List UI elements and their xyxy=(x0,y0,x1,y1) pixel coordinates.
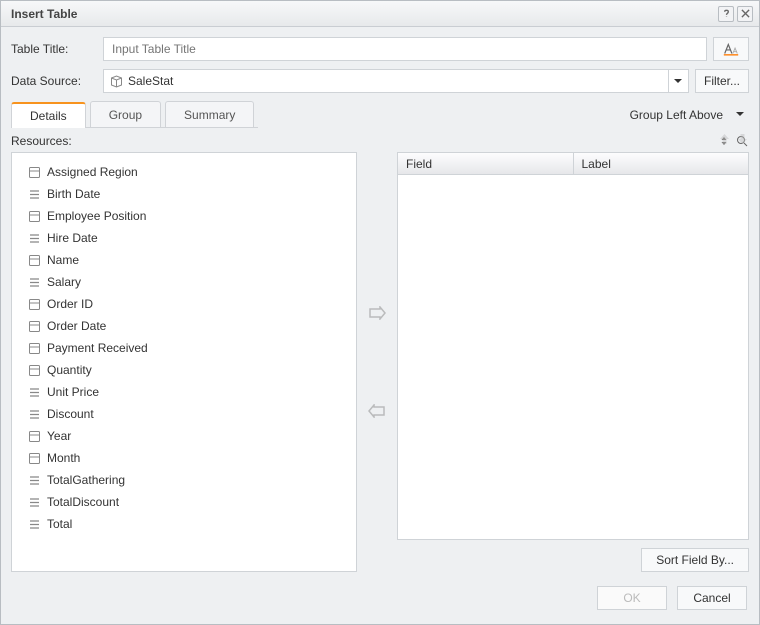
resource-item[interactable]: Hire Date xyxy=(20,227,348,249)
close-button[interactable] xyxy=(737,6,753,22)
insert-table-dialog: Insert Table Table Title: Data Source: S… xyxy=(0,0,760,625)
resource-item[interactable]: Salary xyxy=(20,271,348,293)
table-title-input[interactable] xyxy=(103,37,707,61)
data-source-dropdown[interactable]: SaleStat xyxy=(103,69,689,93)
resource-label: Quantity xyxy=(47,363,92,377)
group-position-label: Group Left Above xyxy=(630,108,731,122)
sort-field-by-button[interactable]: Sort Field By... xyxy=(641,548,749,572)
resource-item[interactable]: TotalGathering xyxy=(20,469,348,491)
resource-label: Assigned Region xyxy=(47,165,138,179)
move-down-button[interactable] xyxy=(735,132,749,146)
resource-label: TotalGathering xyxy=(47,473,125,487)
resource-item[interactable]: Discount xyxy=(20,403,348,425)
column-header-field[interactable]: Field xyxy=(398,153,574,174)
resource-item[interactable]: Name xyxy=(20,249,348,271)
resources-label: Resources: xyxy=(11,134,72,148)
resource-label: Employee Position xyxy=(47,209,146,223)
database-icon xyxy=(110,75,123,88)
resource-item[interactable]: Order ID xyxy=(20,293,348,315)
cancel-button[interactable]: Cancel xyxy=(677,586,747,610)
resource-item[interactable]: Assigned Region xyxy=(20,161,348,183)
tab-summary[interactable]: Summary xyxy=(165,101,254,127)
resource-label: Discount xyxy=(47,407,94,421)
resource-item[interactable]: Birth Date xyxy=(20,183,348,205)
resource-label: Salary xyxy=(47,275,81,289)
resource-label: Hire Date xyxy=(47,231,98,245)
resource-label: Payment Received xyxy=(47,341,148,355)
font-button[interactable] xyxy=(713,37,749,61)
resource-label: Unit Price xyxy=(47,385,99,399)
resource-label: TotalDiscount xyxy=(47,495,119,509)
resource-label: Year xyxy=(47,429,71,443)
remove-field-button[interactable] xyxy=(366,402,388,420)
resource-item[interactable]: Month xyxy=(20,447,348,469)
resource-label: Order Date xyxy=(47,319,106,333)
tab-details[interactable]: Details xyxy=(11,102,86,128)
resources-list[interactable]: Assigned Region Birth Date Employee Positi… xyxy=(11,152,357,572)
data-source-label: Data Source: xyxy=(11,74,103,88)
resource-item[interactable]: TotalDiscount xyxy=(20,491,348,513)
resource-item[interactable]: Employee Position xyxy=(20,205,348,227)
resource-item[interactable]: Total xyxy=(20,513,348,535)
help-button[interactable] xyxy=(718,6,734,22)
table-title-label: Table Title: xyxy=(11,42,103,56)
resource-label: Total xyxy=(47,517,72,531)
data-source-value: SaleStat xyxy=(128,74,668,88)
grid-body xyxy=(398,175,748,539)
add-field-button[interactable] xyxy=(366,304,388,322)
filter-button[interactable]: Filter... xyxy=(695,69,749,93)
tab-group[interactable]: Group xyxy=(90,101,161,127)
resource-item[interactable]: Unit Price xyxy=(20,381,348,403)
titlebar: Insert Table xyxy=(1,1,759,27)
resource-item[interactable]: Payment Received xyxy=(20,337,348,359)
resource-label: Month xyxy=(47,451,80,465)
tabs: DetailsGroupSummary xyxy=(11,101,258,128)
resource-label: Name xyxy=(47,253,79,267)
resource-label: Birth Date xyxy=(47,187,100,201)
group-position-dropdown[interactable] xyxy=(731,106,749,124)
move-up-button[interactable] xyxy=(717,132,731,146)
dialog-title: Insert Table xyxy=(11,7,77,21)
resource-item[interactable]: Order Date xyxy=(20,315,348,337)
resource-label: Order ID xyxy=(47,297,93,311)
chevron-down-icon xyxy=(668,70,688,92)
selected-fields-grid[interactable]: FieldLabel xyxy=(397,152,749,540)
ok-button[interactable]: OK xyxy=(597,586,667,610)
column-header-label[interactable]: Label xyxy=(574,153,749,174)
resource-item[interactable]: Quantity xyxy=(20,359,348,381)
resource-item[interactable]: Year xyxy=(20,425,348,447)
